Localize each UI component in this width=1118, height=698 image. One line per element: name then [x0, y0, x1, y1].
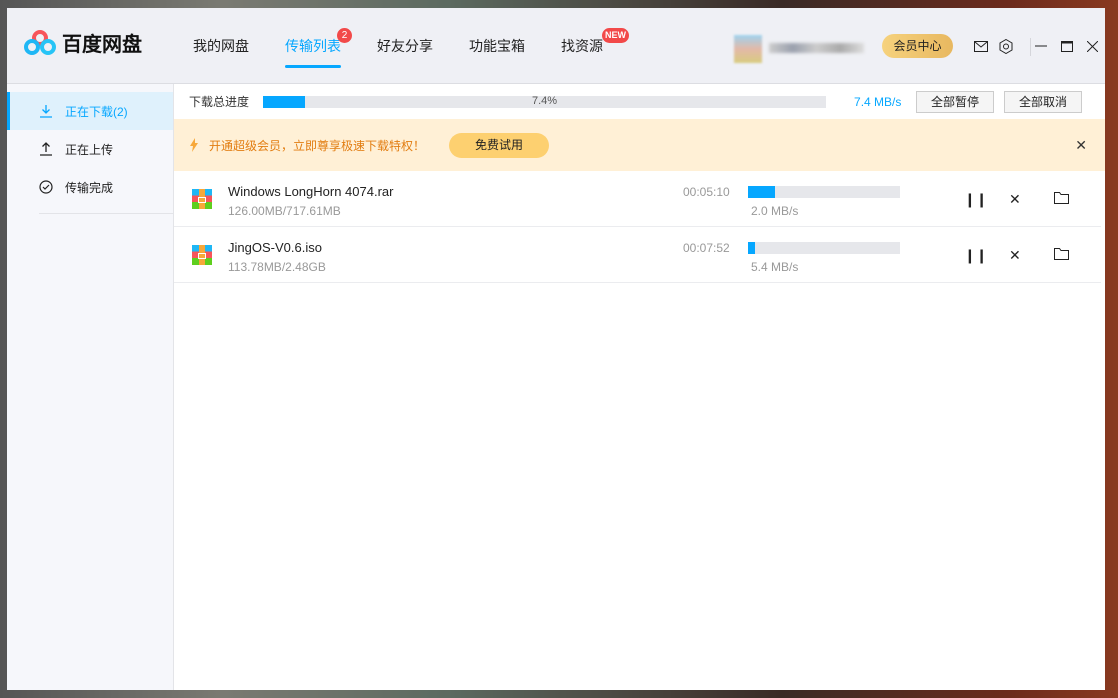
- total-progress-percent: 7.4%: [531, 94, 558, 107]
- check-circle-icon: [39, 180, 53, 194]
- pause-all-button[interactable]: 全部暂停: [916, 90, 995, 113]
- avatar[interactable]: [734, 35, 762, 63]
- maximize-icon[interactable]: [1059, 38, 1075, 54]
- progress-fill: [748, 242, 755, 254]
- file-name: Windows LongHorn 4074.rar: [228, 184, 394, 199]
- settings-icon[interactable]: [998, 38, 1014, 54]
- sidebar-item-label: 正在上传: [65, 142, 114, 157]
- tab-my-disk[interactable]: 我的网盘: [193, 8, 249, 84]
- file-name: JingOS-V0.6.iso: [228, 240, 322, 255]
- download-list: Windows LongHorn 4074.rar 126.00MB/717.6…: [174, 171, 1105, 283]
- sidebar-item-uploading[interactable]: 正在上传: [7, 130, 173, 168]
- cancel-icon[interactable]: ✕: [1009, 191, 1021, 208]
- promo-text: 开通超级会员，立即尊享极速下载特权！: [209, 138, 426, 153]
- file-size: 126.00MB/717.61MB: [228, 204, 341, 218]
- time-remaining: 00:05:10: [683, 185, 730, 199]
- divider: [1030, 38, 1031, 56]
- tab-transfer-list[interactable]: 传输列表 2: [285, 8, 352, 84]
- tab-label: 传输列表: [285, 38, 341, 54]
- sidebar-item-label: 正在下载(2): [65, 104, 128, 119]
- vip-promo-banner: 开通超级会员，立即尊享极速下载特权！ 免费试用 ✕: [174, 119, 1105, 171]
- tab-label: 功能宝箱: [469, 38, 525, 54]
- app-window: 百度网盘 我的网盘 传输列表 2 好友分享 功能宝箱 找资源 NEW 会员中心 正在…: [7, 8, 1105, 690]
- cancel-all-button[interactable]: 全部取消: [1004, 90, 1083, 113]
- sidebar-item-downloading[interactable]: 正在下载(2): [7, 92, 173, 130]
- tab-find-resources[interactable]: 找资源 NEW: [561, 8, 629, 84]
- transfer-panel: 下载总进度 7.4% 7.4 MB/s 全部暂停 全部取消 开通超级会员，立即尊…: [174, 84, 1105, 690]
- archive-file-icon: [192, 189, 212, 209]
- divider: [39, 213, 174, 214]
- total-progress-bar-row: 下载总进度 7.4% 7.4 MB/s 全部暂停 全部取消: [174, 84, 1105, 119]
- app-title: 百度网盘: [62, 34, 142, 56]
- progress-fill: [748, 186, 775, 198]
- close-icon[interactable]: ✕: [1075, 137, 1087, 154]
- progress-bar: [748, 186, 900, 198]
- total-progress-bar: 7.4%: [263, 94, 827, 108]
- pause-icon[interactable]: ❙❙: [964, 247, 987, 264]
- main-nav: 我的网盘 传输列表 2 好友分享 功能宝箱 找资源 NEW: [193, 8, 639, 84]
- folder-icon[interactable]: [1054, 191, 1069, 207]
- folder-icon[interactable]: [1054, 247, 1069, 263]
- tab-label: 找资源: [561, 38, 603, 54]
- vip-center-button[interactable]: 会员中心: [882, 34, 953, 58]
- download-row[interactable]: Windows LongHorn 4074.rar 126.00MB/717.6…: [174, 171, 1101, 227]
- minimize-icon[interactable]: [1033, 38, 1049, 54]
- tab-label: 好友分享: [377, 38, 433, 54]
- sidebar-item-label: 传输完成: [65, 180, 114, 195]
- time-remaining: 00:07:52: [683, 241, 730, 255]
- free-trial-button[interactable]: 免费试用: [449, 132, 550, 158]
- pause-icon[interactable]: ❙❙: [964, 191, 987, 208]
- tab-friend-share[interactable]: 好友分享: [377, 8, 433, 84]
- progress-bar: [748, 242, 900, 254]
- tab-label: 我的网盘: [193, 38, 249, 54]
- mail-icon[interactable]: [973, 38, 989, 54]
- total-progress-label: 下载总进度: [189, 95, 250, 109]
- sidebar-item-completed[interactable]: 传输完成: [7, 168, 173, 206]
- download-icon: [40, 105, 52, 118]
- download-speed: 2.0 MB/s: [751, 204, 799, 218]
- lightning-icon: [190, 138, 198, 152]
- baidu-netdisk-logo-icon: [24, 29, 56, 55]
- download-row[interactable]: JingOS-V0.6.iso 113.78MB/2.48GB 00:07:52…: [174, 227, 1101, 283]
- tab-toolbox[interactable]: 功能宝箱: [469, 8, 525, 84]
- file-size: 113.78MB/2.48GB: [228, 260, 326, 274]
- sidebar: 正在下载(2) 正在上传 传输完成: [7, 84, 174, 690]
- cancel-icon[interactable]: ✕: [1009, 247, 1021, 264]
- new-badge: NEW: [602, 28, 629, 43]
- username-blurred[interactable]: [769, 43, 864, 53]
- header: 百度网盘 我的网盘 传输列表 2 好友分享 功能宝箱 找资源 NEW 会员中心: [7, 8, 1105, 84]
- upload-icon: [40, 142, 52, 156]
- total-speed: 7.4 MB/s: [854, 94, 902, 109]
- logo: 百度网盘: [24, 28, 142, 57]
- close-window-icon[interactable]: [1084, 38, 1100, 54]
- download-speed: 5.4 MB/s: [751, 260, 799, 274]
- archive-file-icon: [192, 245, 212, 265]
- count-badge: 2: [337, 28, 352, 43]
